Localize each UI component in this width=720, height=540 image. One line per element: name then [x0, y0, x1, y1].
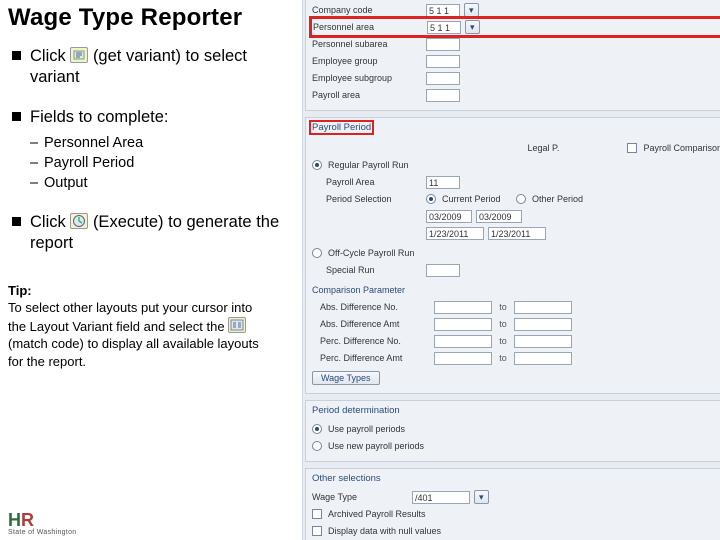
abs-diff-amt-label: Abs. Difference Amt	[320, 319, 430, 329]
sub-output: Output	[30, 174, 298, 192]
current-period-radio[interactable]	[426, 194, 436, 204]
sub-payroll-period: Payroll Period	[30, 154, 298, 172]
abs-diff-no-from[interactable]	[434, 301, 492, 314]
period-determination-header: Period determination	[310, 404, 720, 417]
personnel-subarea-field[interactable]	[426, 38, 460, 51]
personnel-area-field[interactable]: 5 1 1	[427, 21, 461, 34]
payroll-comparison-label: Payroll Comparison	[643, 143, 720, 153]
current-period-label: Current Period	[442, 194, 512, 204]
bullet-get-variant: Click (get variant) to select variant	[8, 46, 298, 87]
use-new-payroll-periods-label: Use new payroll periods	[328, 441, 424, 451]
employee-subgroup-label: Employee subgroup	[312, 73, 422, 83]
txt: (Execute) to generate the report	[30, 213, 279, 252]
wage-type-match-btn[interactable]: ▾	[474, 490, 489, 504]
period-selection-label: Period Selection	[326, 194, 422, 204]
footer-logo-subtitle: State of Washington	[8, 529, 76, 536]
comparison-parameter-label: Comparison Parameter	[312, 285, 422, 295]
pp-payroll-area-label: Payroll Area	[326, 177, 422, 187]
abs-diff-amt-to[interactable]	[514, 318, 572, 331]
payroll-period-block: Payroll Period Legal P. Payroll Comparis…	[305, 117, 720, 394]
perc-diff-amt-to[interactable]	[514, 352, 572, 365]
perc-diff-no-from[interactable]	[434, 335, 492, 348]
get-variant-icon	[70, 47, 88, 63]
period-from-field[interactable]: 03/2009	[426, 210, 472, 223]
abs-diff-no-to[interactable]	[514, 301, 572, 314]
personnel-area-row: Personnel area 5 1 1 ▾	[312, 19, 720, 35]
wage-types-button[interactable]: Wage Types	[312, 371, 380, 385]
use-payroll-periods-label: Use payroll periods	[328, 424, 405, 434]
execute-icon	[70, 213, 88, 229]
personnel-area-match-btn[interactable]: ▾	[465, 20, 480, 34]
other-selections-block: Other selections Wage Type /401 ▾ Archiv…	[305, 468, 720, 540]
match-code-icon	[228, 317, 246, 333]
to-label: to	[496, 353, 510, 363]
legal-p-label: Legal P.	[527, 143, 623, 153]
personnel-subarea-label: Personnel subarea	[312, 39, 422, 49]
slide-title: Wage Type Reporter	[8, 4, 298, 32]
payroll-period-header: Payroll Period	[310, 121, 373, 134]
regular-run-label: Regular Payroll Run	[328, 160, 409, 170]
company-code-match-btn[interactable]: ▾	[464, 3, 479, 17]
selection-block: Company code 5 1 1 ▾ Personnel area 5 1 …	[305, 0, 720, 111]
special-run-label: Special Run	[326, 265, 422, 275]
wage-type-label: Wage Type	[312, 492, 408, 502]
company-code-label: Company code	[312, 5, 422, 15]
to-label: to	[496, 336, 510, 346]
perc-diff-amt-label: Perc. Difference Amt	[320, 353, 430, 363]
offcycle-run-radio[interactable]	[312, 248, 322, 258]
date-to-field[interactable]: 1/23/2011	[488, 227, 546, 240]
abs-diff-amt-from[interactable]	[434, 318, 492, 331]
footer-logo: HR State of Washington	[8, 510, 76, 536]
txt: To select other layouts put your cursor …	[8, 300, 252, 334]
pp-payroll-area-field[interactable]: 11	[426, 176, 460, 189]
date-from-field[interactable]: 1/23/2011	[426, 227, 484, 240]
company-code-field[interactable]: 5 1 1	[426, 4, 460, 17]
abs-diff-no-label: Abs. Difference No.	[320, 302, 430, 312]
txt: H	[8, 510, 21, 530]
txt: Fields to complete:	[30, 108, 168, 126]
other-period-label: Other Period	[532, 194, 583, 204]
wage-type-field[interactable]: /401	[412, 491, 470, 504]
perc-diff-no-label: Perc. Difference No.	[320, 336, 430, 346]
special-run-field[interactable]	[426, 264, 460, 277]
payroll-area-field[interactable]	[426, 89, 460, 102]
sap-screenshot: Company code 5 1 1 ▾ Personnel area 5 1 …	[302, 0, 720, 540]
to-label: to	[496, 319, 510, 329]
personnel-area-label: Personnel area	[313, 22, 423, 32]
offcycle-run-label: Off-Cycle Payroll Run	[328, 248, 414, 258]
txt: Click	[30, 213, 66, 231]
period-to-field[interactable]: 03/2009	[476, 210, 522, 223]
txt: R	[21, 510, 34, 530]
employee-group-label: Employee group	[312, 56, 422, 66]
use-payroll-periods-radio[interactable]	[312, 424, 322, 434]
txt: Click	[30, 47, 66, 65]
employee-group-field[interactable]	[426, 55, 460, 68]
bullet-execute: Click (Execute) to generate the report	[8, 212, 298, 253]
to-label: to	[496, 302, 510, 312]
null-values-checkbox[interactable]	[312, 526, 322, 536]
perc-diff-amt-from[interactable]	[434, 352, 492, 365]
payroll-comparison-checkbox[interactable]	[627, 143, 637, 153]
perc-diff-no-to[interactable]	[514, 335, 572, 348]
other-period-radio[interactable]	[516, 194, 526, 204]
null-values-label: Display data with null values	[328, 526, 441, 536]
period-determination-block: Period determination Use payroll periods…	[305, 400, 720, 462]
payroll-area-label: Payroll area	[312, 90, 422, 100]
other-selections-header: Other selections	[310, 472, 720, 485]
sub-personnel-area: Personnel Area	[30, 134, 298, 152]
archived-results-label: Archived Payroll Results	[328, 509, 426, 519]
tip-block: Tip: To select other layouts put your cu…	[8, 282, 268, 371]
regular-run-radio[interactable]	[312, 160, 322, 170]
txt: (match code) to display all available la…	[8, 336, 259, 369]
use-new-payroll-periods-radio[interactable]	[312, 441, 322, 451]
tip-label: Tip:	[8, 283, 32, 298]
archived-results-checkbox[interactable]	[312, 509, 322, 519]
employee-subgroup-field[interactable]	[426, 72, 460, 85]
bullet-fields: Fields to complete: Personnel Area Payro…	[8, 107, 298, 192]
